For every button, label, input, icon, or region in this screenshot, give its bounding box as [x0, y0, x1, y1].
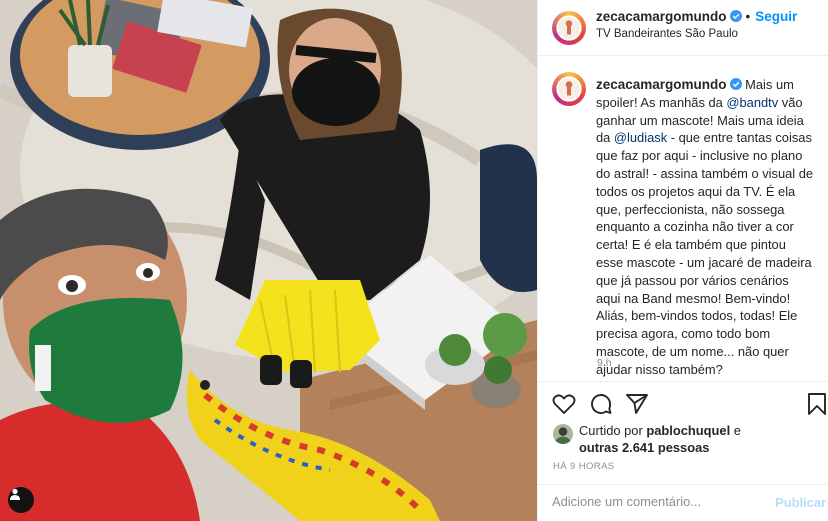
- likes-prefix: Curtido por: [579, 423, 643, 438]
- comment-input[interactable]: [552, 494, 752, 509]
- header-username[interactable]: zecacamargomundo: [596, 9, 727, 24]
- comment-bubble-icon[interactable]: [588, 391, 614, 417]
- post-header: zecacamargomundo • Seguir TV Bandeirantes …: [538, 0, 828, 56]
- heart-icon[interactable]: [551, 391, 577, 417]
- caption-username[interactable]: zecacamargomundo: [596, 77, 727, 92]
- user-tag-icon[interactable]: [8, 487, 34, 513]
- verified-badge-icon: [729, 78, 742, 90]
- paper-plane-icon[interactable]: [624, 391, 650, 417]
- liker-avatar[interactable]: [553, 424, 573, 444]
- location-link[interactable]: TV Bandeirantes São Paulo: [596, 28, 738, 40]
- post-sidebar: zecacamargomundo • Seguir TV Bandeirantes …: [537, 0, 828, 521]
- likes-others-link[interactable]: outras 2.641 pessoas: [579, 439, 709, 456]
- caption-part-3: - que entre tantas coisas que faz por aq…: [596, 130, 814, 377]
- bookmark-icon[interactable]: [804, 391, 828, 417]
- likes-conjunction: e: [733, 423, 741, 438]
- avatar[interactable]: [552, 11, 586, 45]
- publish-button[interactable]: Publicar: [775, 495, 826, 510]
- separator-dot: •: [745, 9, 751, 24]
- liker-username[interactable]: pablochuquel: [646, 423, 730, 438]
- caption-avatar[interactable]: [552, 72, 586, 106]
- header-username-line: zecacamargomundo • Seguir: [596, 9, 797, 24]
- caption-text: zecacamargomundo Mais um spoiler! As man…: [596, 76, 816, 379]
- verified-badge-icon: [729, 10, 742, 22]
- follow-button[interactable]: Seguir: [755, 9, 797, 24]
- photo-illustration: [0, 0, 537, 521]
- post-timestamp[interactable]: HÁ 9 HORAS: [553, 461, 615, 472]
- mention-bandtv[interactable]: @bandtv: [726, 95, 778, 110]
- comment-bar: Publicar: [538, 484, 828, 521]
- caption-timestamp[interactable]: 9 h: [597, 357, 612, 369]
- mention-ludiask[interactable]: @ludiask: [614, 130, 667, 145]
- likes-line-1: Curtido por pablochuquel e: [579, 422, 741, 439]
- post-photo[interactable]: [0, 0, 537, 521]
